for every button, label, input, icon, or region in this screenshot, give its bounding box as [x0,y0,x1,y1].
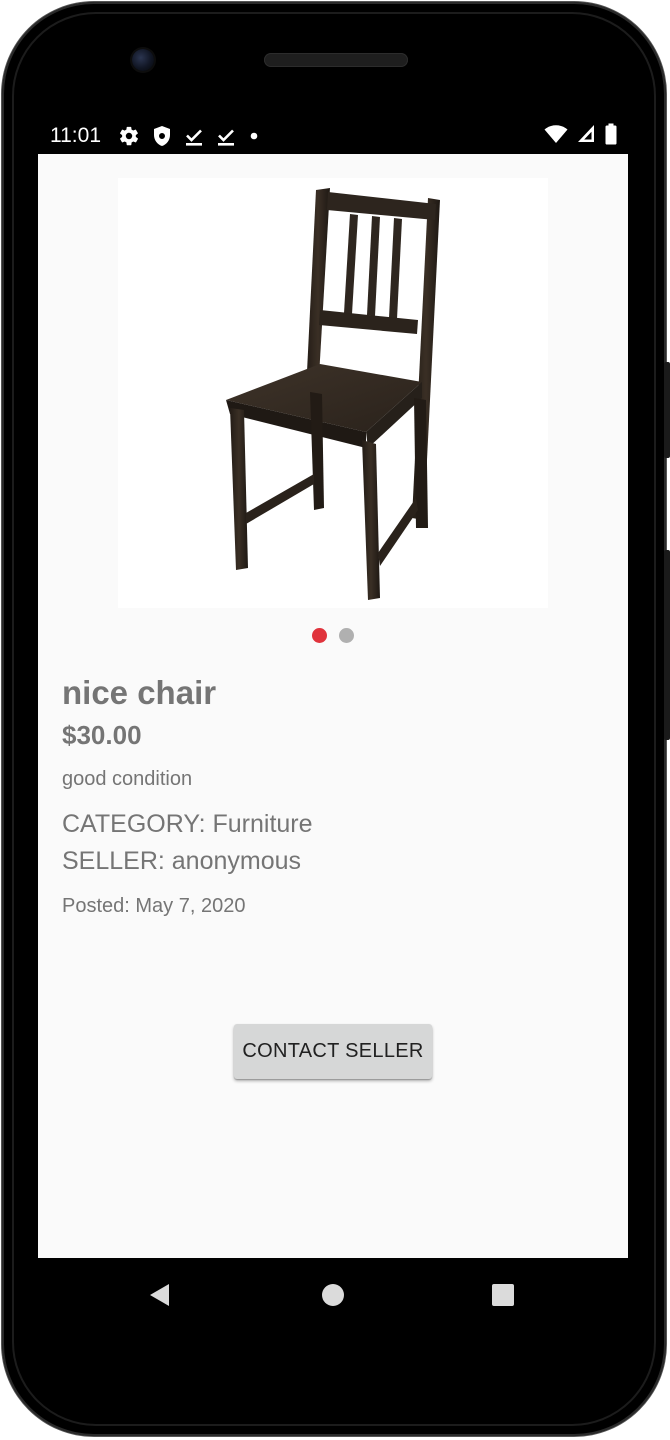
status-time: 11:01 [50,124,101,147]
listing-posted-date: Posted: May 7, 2020 [62,895,246,917]
notification-dot-icon [248,125,260,147]
status-system-icons [544,123,618,149]
earpiece-speaker [264,53,408,67]
listing-detail-screen: nice chair $30.00 good condition CATEGOR… [38,154,628,1258]
battery-icon [604,123,618,149]
listing-seller: SELLER: anonymous [62,847,302,875]
status-bar: 11:01 [38,118,628,154]
carousel-indicator [38,628,628,643]
navigation-bar [38,1258,628,1332]
wifi-icon [544,123,568,149]
contact-seller-button[interactable]: CONTACT SELLER [234,1024,432,1079]
volume-button [664,550,670,740]
shield-icon [152,125,172,147]
recents-icon[interactable] [488,1280,518,1310]
chair-photo [226,188,440,600]
power-button [664,362,670,458]
product-image-carousel[interactable] [118,178,548,608]
status-notification-icons [118,124,260,148]
listing-category: CATEGORY: Furniture [62,810,313,838]
back-icon[interactable] [145,1280,175,1310]
cell-signal-icon [576,123,596,149]
gear-icon [118,125,140,147]
front-camera [132,49,154,71]
download-done-icon [216,125,236,147]
listing-condition: good condition [62,768,193,790]
listing-price: $30.00 [62,720,142,750]
download-done-icon [184,125,204,147]
carousel-dot-active[interactable] [312,628,327,643]
listing-title: nice chair [62,674,217,711]
home-icon[interactable] [318,1280,348,1310]
carousel-dot[interactable] [339,628,354,643]
